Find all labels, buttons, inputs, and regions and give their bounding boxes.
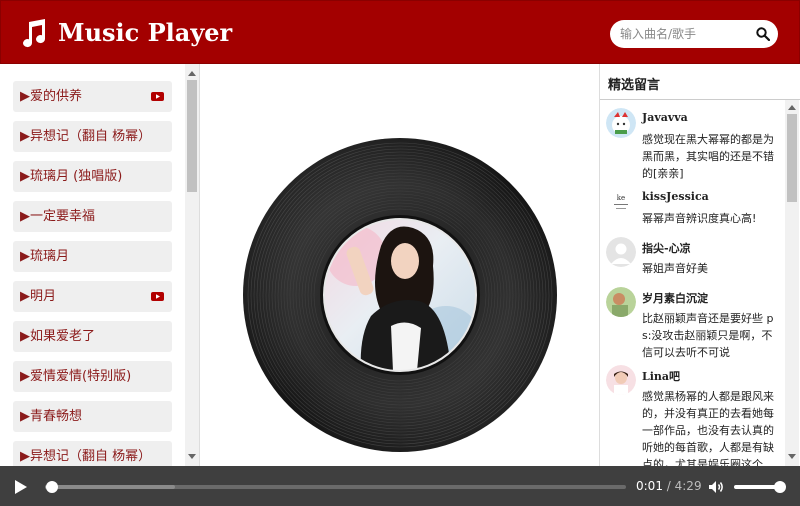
playlist-item[interactable]: ▶爱的供养	[13, 81, 172, 112]
audio-player-bar: 0:01 / 4:29	[0, 466, 800, 506]
playlist-item-label: ▶如果爱老了	[20, 329, 95, 344]
progress-handle[interactable]	[46, 481, 59, 493]
playlist-item[interactable]: ▶异想记（翻自 杨幂）	[13, 441, 172, 466]
playlist-item[interactable]: ▶如果爱老了	[13, 321, 172, 352]
volume-slider[interactable]	[734, 481, 786, 493]
playlist-item-label: ▶一定要幸福	[20, 209, 95, 224]
playlist-item-label: ▶异想记（翻自 杨幂）	[20, 129, 152, 144]
comments-panel: 精选留言 Javavva 感觉现在黑大幂幂的都是为黑而黑，其实唱的还是不错的[亲亲…	[599, 64, 800, 466]
playlist-item[interactable]: ▶青春畅想	[13, 401, 172, 432]
svg-text:ke: ke	[617, 194, 625, 202]
scroll-up-arrow-icon[interactable]	[788, 104, 796, 110]
comment-text: 幂幂声音辨识度真心高!	[642, 212, 757, 225]
avatar[interactable]	[606, 108, 636, 138]
avatar[interactable]	[606, 237, 636, 267]
playlist-panel: ▶爱的供养 ▶异想记（翻自 杨幂） ▶琉璃月 (独唱版) ▶一定要幸福 ▶琉璃月 ▶明月 ▶…	[0, 64, 200, 466]
comments-scrollbar-thumb[interactable]	[787, 114, 797, 202]
time-separator: /	[662, 479, 675, 493]
volume-icon[interactable]	[708, 480, 724, 494]
playlist-item[interactable]: ▶琉璃月 (独唱版)	[13, 161, 172, 192]
comment-username[interactable]: 指尖-心凉	[642, 240, 691, 256]
avatar[interactable]	[606, 287, 636, 317]
album-stage	[201, 64, 599, 466]
playlist-item-label: ▶爱情爱情(特别版)	[20, 369, 132, 384]
time-display: 0:01 / 4:29	[636, 478, 702, 495]
comment-text: 比赵丽颖声音还是要好些 ps:没攻击赵丽颖只是啊，不信可以去听不可说	[642, 312, 774, 359]
scroll-up-arrow-icon[interactable]	[188, 70, 196, 76]
playlist-item[interactable]: ▶琉璃月	[13, 241, 172, 272]
search-icon[interactable]	[756, 27, 770, 41]
scroll-down-arrow-icon[interactable]	[188, 454, 196, 460]
playlist-item[interactable]: ▶一定要幸福	[13, 201, 172, 232]
duration: 4:29	[674, 479, 702, 493]
comments-scrollbar[interactable]	[785, 100, 799, 466]
playlist-item-label: ▶明月	[20, 289, 56, 304]
video-icon[interactable]	[151, 292, 164, 301]
playlist-item-label: ▶琉璃月 (独唱版)	[20, 169, 123, 184]
comment-text: 感觉现在黑大幂幂的都是为黑而黑，其实唱的还是不错的[亲亲]	[642, 133, 774, 180]
playlist-item[interactable]: ▶爱情爱情(特别版)	[13, 361, 172, 392]
avatar[interactable]: ke	[606, 187, 636, 217]
comment-username[interactable]: kissJessica	[642, 190, 709, 203]
progress-bar[interactable]	[45, 481, 626, 493]
play-icon[interactable]	[14, 479, 28, 495]
progress-buffer	[45, 485, 175, 489]
comment-username[interactable]: Javavva	[642, 111, 688, 124]
playlist-item-label: ▶爱的供养	[20, 89, 82, 104]
search-box[interactable]	[610, 20, 778, 48]
volume-handle[interactable]	[774, 481, 786, 493]
comments-title: 精选留言	[608, 78, 661, 93]
app-title: Music Player	[58, 18, 233, 47]
app-header: Music Player	[0, 0, 800, 64]
playlist-item-label: ▶琉璃月	[20, 249, 69, 264]
comment-text: 幂姐声音好美	[642, 262, 708, 275]
search-input[interactable]	[620, 24, 748, 44]
playlist-item[interactable]: ▶明月	[13, 281, 172, 312]
avatar[interactable]	[606, 365, 636, 395]
playlist-scrollbar[interactable]	[185, 64, 199, 466]
music-note-icon	[23, 19, 46, 48]
comments-divider	[600, 99, 800, 100]
playlist-scrollbar-thumb[interactable]	[187, 80, 197, 192]
vinyl-record	[243, 138, 557, 452]
playlist-item-label: ▶青春畅想	[20, 409, 82, 424]
comment-username[interactable]: Lina吧	[642, 368, 680, 384]
scroll-down-arrow-icon[interactable]	[788, 454, 796, 460]
comment-username[interactable]: 岁月素白沉淀	[642, 290, 708, 306]
video-icon[interactable]	[151, 92, 164, 101]
current-time: 0:01	[636, 479, 663, 493]
playlist-item[interactable]: ▶异想记（翻自 杨幂）	[13, 121, 172, 152]
comment-text: 感觉黑杨幂的人都是跟风来的，并没有真正的去看她每一部作品，也没有去认真的听她的每…	[642, 390, 774, 466]
playlist-item-label: ▶异想记（翻自 杨幂）	[20, 449, 152, 464]
